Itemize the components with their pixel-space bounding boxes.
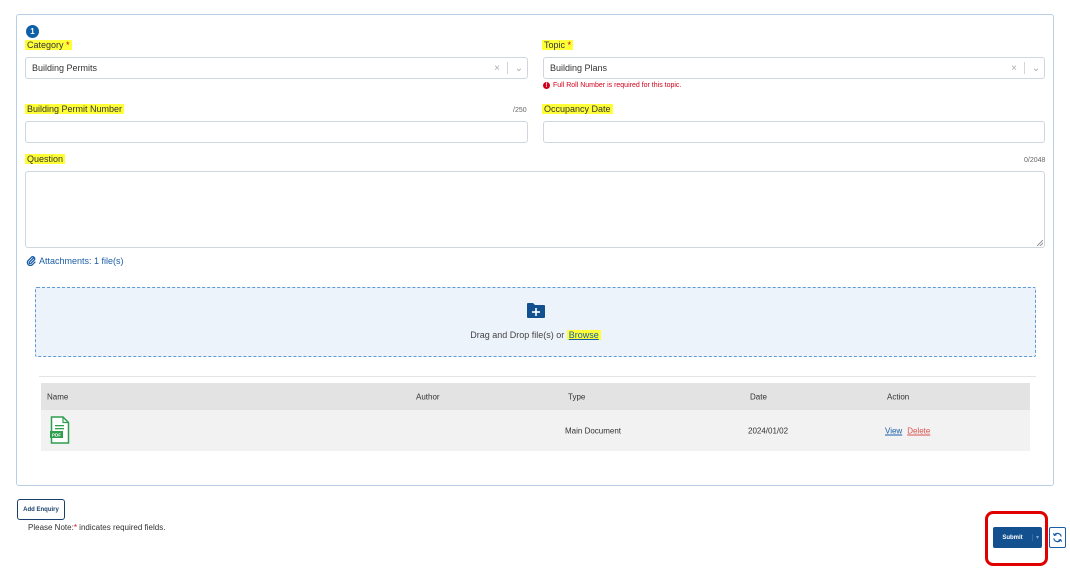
topic-label: Topic * — [542, 40, 574, 50]
table-row: PDF Main Document 2024/01/02 View Delete — [41, 410, 1030, 451]
question-textarea[interactable] — [25, 171, 1045, 248]
error-icon: ! — [543, 82, 550, 89]
category-select-value: Building Permits — [32, 63, 98, 73]
topic-select-separator — [1024, 62, 1025, 74]
occupancy-date-label: Occupancy Date — [542, 104, 613, 114]
file-dropzone[interactable]: Drag and Drop file(s) or Browse — [35, 287, 1036, 357]
attachments-toggle[interactable]: Attachments: 1 file(s) — [26, 255, 124, 266]
dropzone-text: Drag and Drop file(s) or Browse — [470, 330, 601, 340]
attachments-label: Attachments: 1 file(s) — [39, 255, 124, 266]
permit-number-counter: /250 — [513, 107, 527, 114]
header-author: Author — [416, 392, 440, 401]
question-label: Question — [25, 154, 66, 164]
row-date: 2024/01/02 — [748, 426, 789, 435]
permit-number-input[interactable] — [25, 121, 528, 143]
folder-plus-icon — [527, 303, 545, 318]
submit-dropdown-caret-icon[interactable]: ▾ — [1032, 534, 1042, 541]
question-counter: 0/2048 — [1024, 157, 1046, 164]
topic-select[interactable]: Building Plans × ⌄ — [543, 57, 1045, 79]
browse-link[interactable]: Browse — [569, 330, 599, 340]
category-clear-icon[interactable]: × — [490, 63, 504, 74]
refresh-button[interactable] — [1049, 527, 1066, 548]
add-enquiry-button[interactable]: Add Enquiry — [17, 499, 65, 520]
submit-button[interactable]: Submit ▾ — [993, 527, 1042, 548]
paperclip-icon — [26, 256, 36, 266]
attachments-divider — [39, 376, 1036, 377]
header-date: Date — [750, 392, 767, 401]
refresh-icon — [1052, 532, 1063, 543]
attachments-table-header: Name Author Type Date Action — [41, 383, 1030, 410]
row-actions: View Delete — [885, 426, 930, 435]
delete-link[interactable]: Delete — [907, 426, 930, 435]
header-action: Action — [887, 392, 910, 401]
category-select[interactable]: Building Permits × ⌄ — [25, 57, 528, 79]
pdf-file-icon[interactable]: PDF — [50, 416, 70, 444]
category-label: Category * — [25, 40, 72, 50]
category-chevron-down-icon[interactable]: ⌄ — [511, 63, 527, 74]
topic-error-message: ! Full Roll Number is required for this … — [543, 82, 681, 89]
required-fields-note: Please Note:* indicates required fields. — [28, 523, 166, 532]
occupancy-date-input[interactable] — [543, 121, 1045, 143]
topic-clear-icon[interactable]: × — [1007, 63, 1021, 74]
step-number-badge: 1 — [26, 25, 39, 38]
topic-chevron-down-icon[interactable]: ⌄ — [1028, 63, 1044, 74]
view-link[interactable]: View — [885, 426, 902, 435]
resize-handle-icon[interactable] — [1037, 240, 1043, 246]
submit-label: Submit — [1002, 534, 1023, 541]
row-type: Main Document — [565, 426, 622, 435]
svg-text:PDF: PDF — [52, 433, 61, 438]
category-select-separator — [507, 62, 508, 74]
header-type: Type — [568, 392, 586, 401]
topic-select-value: Building Plans — [550, 63, 608, 73]
permit-number-label: Building Permit Number — [25, 104, 125, 114]
header-name: Name — [47, 392, 69, 401]
